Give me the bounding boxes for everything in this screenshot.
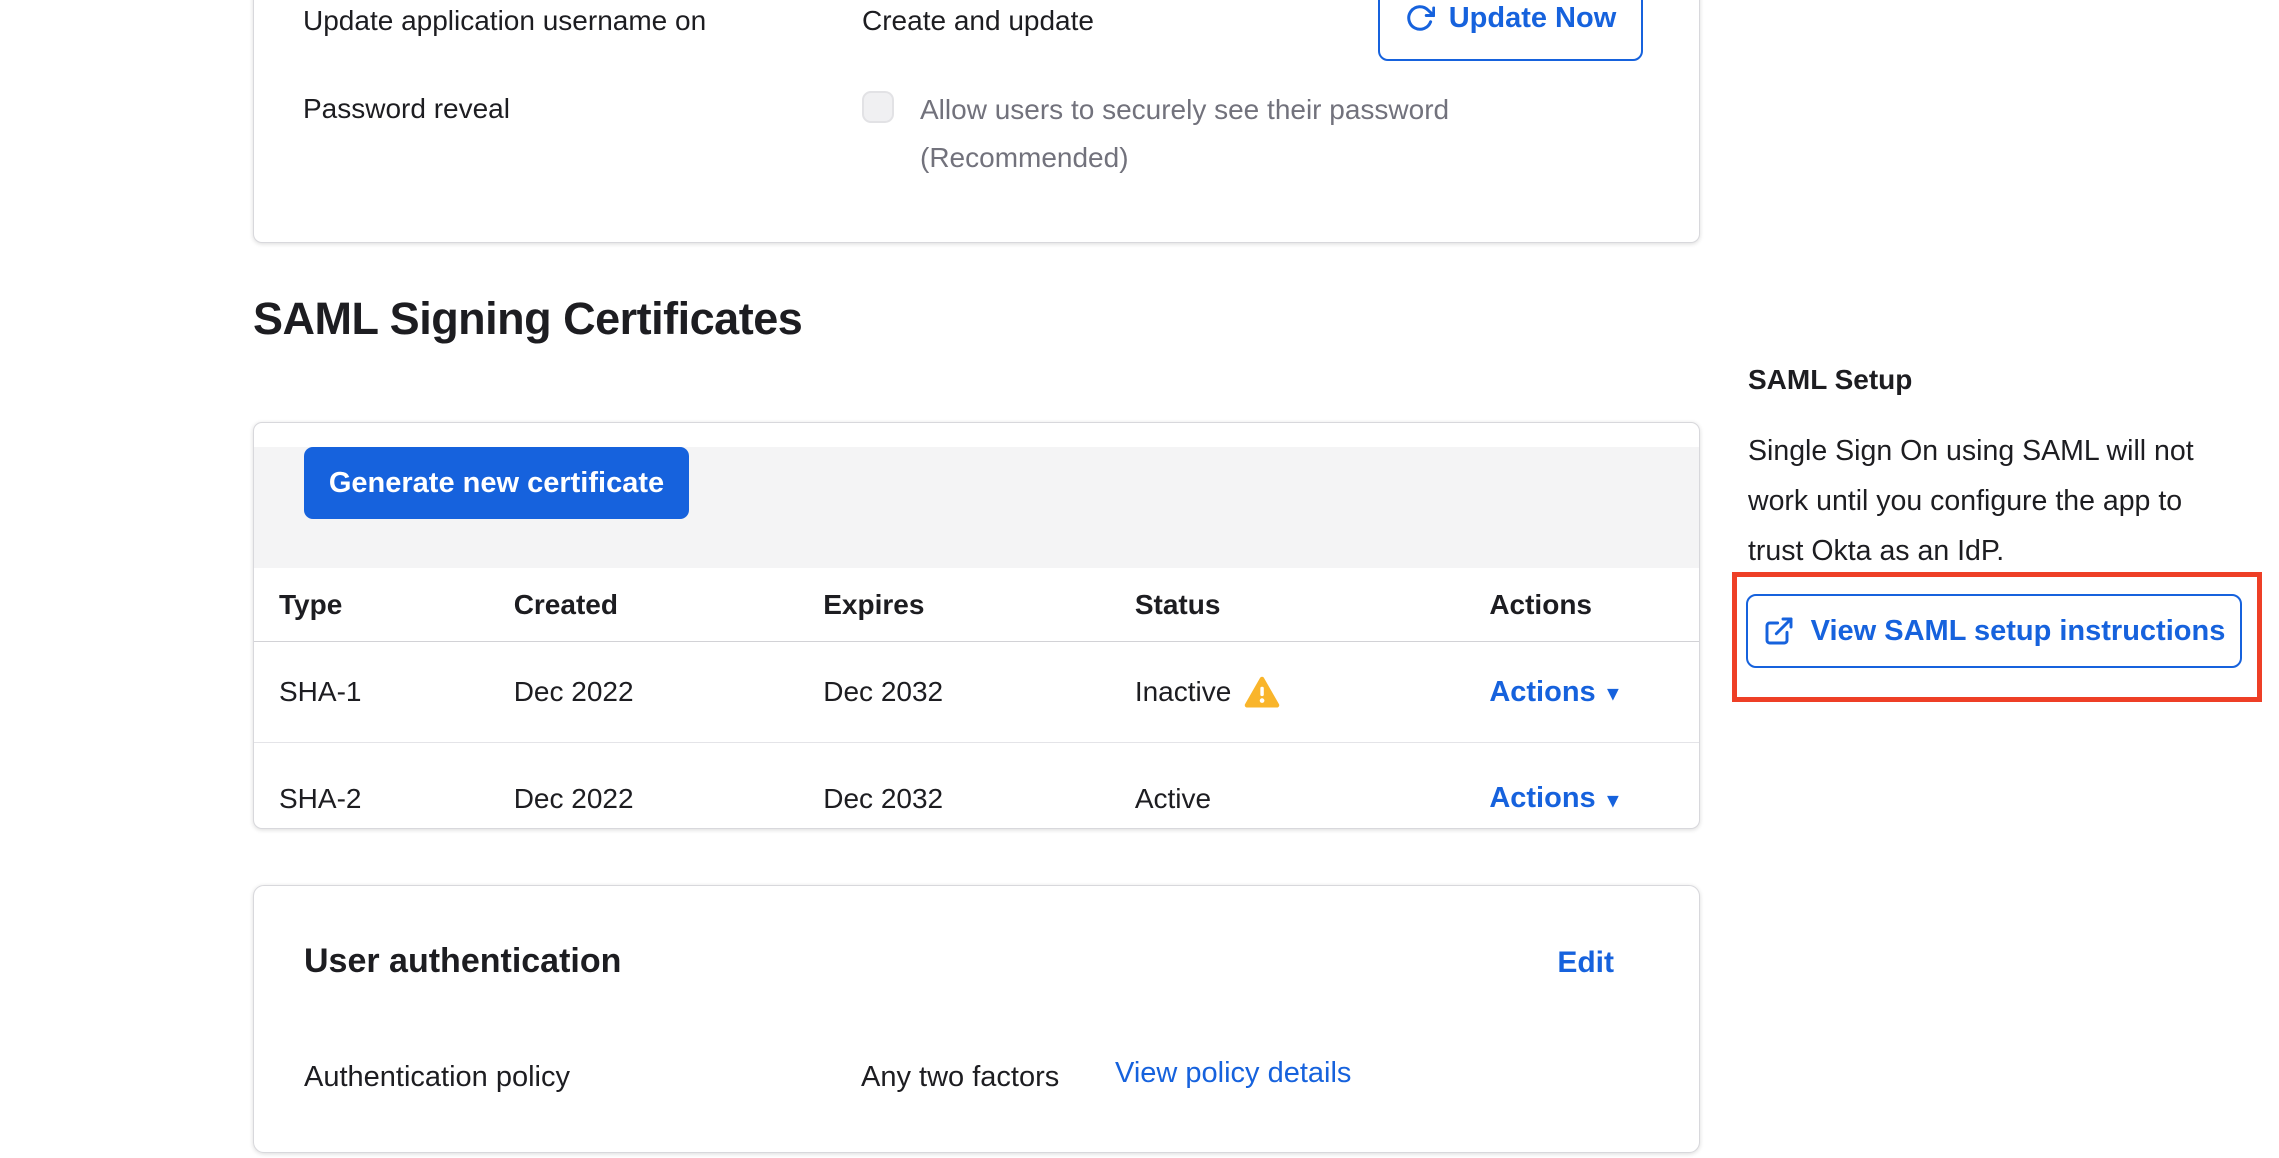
authentication-policy-label: Authentication policy (304, 1061, 570, 1094)
warning-triangle-icon (1244, 676, 1280, 709)
column-header-actions: Actions (1459, 589, 1699, 621)
actions-label: Actions (1489, 782, 1595, 815)
chevron-down-icon: ▾ (1608, 680, 1619, 704)
cert-actions-cell: Actions ▾ (1459, 676, 1699, 709)
certificates-card: Generate new certificate Type Created Ex… (253, 422, 1700, 829)
provisioning-panel: Update application username on Create an… (253, 0, 1700, 243)
column-header-created: Created (489, 589, 799, 621)
cert-created: Dec 2022 (489, 783, 799, 815)
table-row-sha2: SHA-2 Dec 2022 Dec 2032 Active Actions ▾ (254, 743, 1699, 829)
cert-created: Dec 2022 (489, 676, 799, 708)
page: Update application username on Create an… (0, 0, 2279, 1158)
refresh-icon (1405, 3, 1435, 33)
chevron-down-icon: ▾ (1608, 787, 1619, 811)
authentication-policy-value: Any two factors (861, 1061, 1059, 1094)
column-header-type: Type (254, 589, 489, 621)
page-title: SAML Signing Certificates (253, 293, 802, 345)
cert-status: Active (1110, 783, 1460, 815)
saml-setup-description-line: Single Sign On using SAML will not (1748, 426, 2194, 476)
actions-dropdown-button[interactable]: Actions ▾ (1489, 782, 1618, 815)
password-reveal-label: Password reveal (303, 93, 510, 125)
actions-label: Actions (1489, 676, 1595, 709)
username-update-value: Create and update (862, 5, 1094, 37)
column-header-expires: Expires (798, 589, 1110, 621)
saml-setup-sidebar: SAML Setup Single Sign On using SAML wil… (1748, 350, 2279, 780)
update-now-label: Update Now (1449, 2, 1617, 35)
column-header-status: Status (1110, 589, 1460, 621)
view-saml-setup-instructions-button[interactable]: View SAML setup instructions (1746, 594, 2242, 668)
external-link-icon (1763, 615, 1795, 647)
saml-setup-description-line: trust Okta as an IdP. (1748, 526, 2004, 576)
table-row-sha1: SHA-1 Dec 2022 Dec 2032 Inactive Actions… (254, 642, 1699, 743)
saml-setup-description-line: work until you configure the app to (1748, 476, 2182, 526)
password-reveal-checkbox-label: Allow users to securely see their passwo… (920, 94, 1449, 126)
cert-type: SHA-2 (254, 783, 489, 815)
view-policy-details-link[interactable]: View policy details (1115, 1057, 1351, 1090)
status-text: Inactive (1135, 676, 1232, 708)
cert-type: SHA-1 (254, 676, 489, 708)
setup-button-label: View SAML setup instructions (1811, 615, 2226, 648)
cert-expires: Dec 2032 (798, 783, 1110, 815)
saml-setup-title: SAML Setup (1748, 364, 1912, 396)
username-update-label: Update application username on (303, 5, 706, 37)
status-text: Active (1135, 783, 1211, 815)
cert-expires: Dec 2032 (798, 676, 1110, 708)
user-authentication-title: User authentication (304, 942, 621, 981)
update-now-button[interactable]: Update Now (1378, 0, 1643, 61)
certificates-toolbar: Generate new certificate (254, 447, 1699, 568)
edit-button[interactable]: Edit (1557, 946, 1614, 980)
password-reveal-recommended-note: (Recommended) (920, 142, 1129, 174)
user-authentication-panel: User authentication Edit Authentication … (253, 885, 1700, 1153)
generate-certificate-button[interactable]: Generate new certificate (304, 447, 689, 519)
cert-status: Inactive (1110, 676, 1460, 709)
actions-dropdown-button[interactable]: Actions ▾ (1489, 676, 1618, 709)
cert-actions-cell: Actions ▾ (1459, 782, 1699, 815)
certificates-table-header: Type Created Expires Status Actions (254, 568, 1699, 642)
password-reveal-checkbox[interactable] (862, 91, 894, 123)
